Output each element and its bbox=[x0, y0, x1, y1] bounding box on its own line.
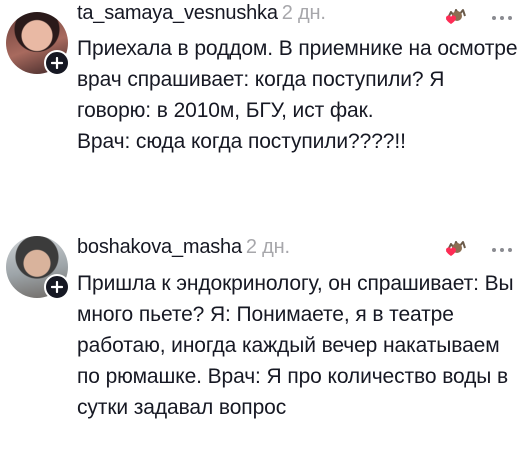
comment-text-line: Приехала в роддом. В приемнике на осмотр… bbox=[77, 37, 518, 122]
comment-header: boshakova_masha 2 дн. bbox=[77, 236, 290, 259]
comment-body: Пришла к эндокринологу, он спрашивает: В… bbox=[77, 268, 522, 423]
comment-header: ta_samaya_vesnushka 2 дн. bbox=[77, 2, 326, 25]
plus-icon[interactable] bbox=[44, 274, 70, 300]
plus-icon[interactable] bbox=[44, 50, 70, 76]
avatar-container[interactable] bbox=[6, 12, 70, 76]
avatar-container[interactable] bbox=[6, 236, 70, 300]
heart-sticker-icon[interactable] bbox=[441, 234, 471, 264]
more-horizontal-icon[interactable] bbox=[492, 246, 512, 254]
comment-text-line: Врач: сюда когда поступили????!! bbox=[77, 130, 406, 153]
timestamp: 2 дн. bbox=[281, 2, 326, 24]
username-link[interactable]: ta_samaya_vesnushka bbox=[77, 2, 278, 24]
username-link[interactable]: boshakova_masha bbox=[77, 236, 242, 258]
timestamp: 2 дн. bbox=[245, 236, 290, 258]
comment-body: Приехала в роддом. В приемнике на осмотр… bbox=[77, 33, 522, 157]
more-horizontal-icon[interactable] bbox=[492, 14, 512, 22]
comment-text-line: Пришла к эндокринологу, он спрашивает: В… bbox=[77, 272, 514, 419]
heart-sticker-icon[interactable] bbox=[441, 2, 471, 32]
